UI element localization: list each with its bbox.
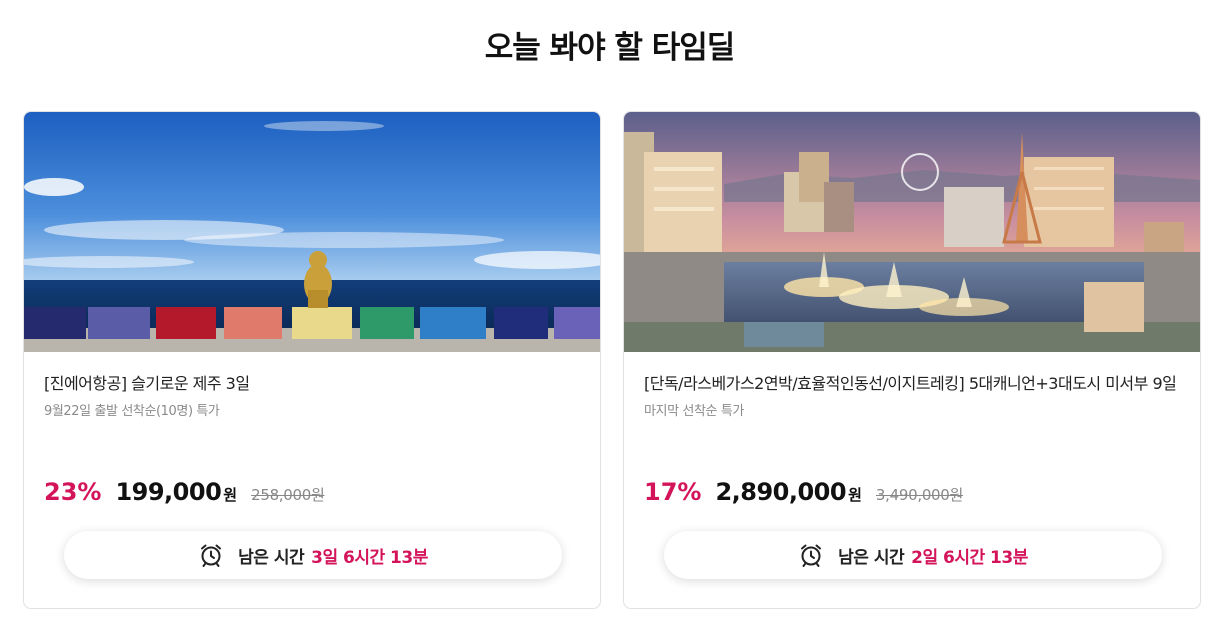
sale-price: 199,000 [115, 478, 222, 506]
currency-unit: 원 [848, 486, 862, 504]
price-row: 23% 199,000 원 258,000원 [44, 478, 325, 506]
deal-card-jeju[interactable]: [진에어항공] 슬기로운 제주 3일 9월22일 출발 선착순(10명) 특가 … [23, 111, 601, 609]
discount-rate: 17% [644, 478, 702, 506]
deal-image-las-vegas[interactable] [624, 112, 1200, 352]
alarm-clock-icon [198, 542, 224, 568]
remaining-time-label: 남은 시간 [238, 547, 305, 568]
remaining-time-button[interactable]: 남은 시간 3일 6시간 13분 [64, 531, 562, 579]
deal-subtitle: 9월22일 출발 선착순(10명) 특가 [44, 404, 220, 419]
remaining-time-label: 남은 시간 [838, 547, 905, 568]
discount-rate: 23% [44, 478, 102, 506]
currency-unit: 원 [223, 486, 238, 504]
remaining-time-button[interactable]: 남은 시간 2일 6시간 13분 [664, 531, 1162, 579]
remaining-time-value: 2일 6시간 13분 [911, 547, 1028, 568]
section-title: 오늘 봐야 할 타임딜 [484, 30, 736, 66]
deal-card-las-vegas[interactable]: [단독/라스베가스2연박/효율적인동선/이지트레킹] 5대캐니언+3대도시 미서… [623, 111, 1201, 609]
original-price: 3,490,000원 [875, 486, 964, 504]
price-row: 17% 2,890,000 원 3,490,000원 [644, 478, 963, 506]
deal-title[interactable]: [진에어항공] 슬기로운 제주 3일 [44, 372, 580, 396]
alarm-clock-icon [798, 542, 824, 568]
remaining-time-value: 3일 6시간 13분 [311, 547, 428, 568]
original-price: 258,000원 [251, 486, 325, 504]
sale-price: 2,890,000 [715, 478, 847, 506]
deal-subtitle: 마지막 선착순 특가 [644, 404, 744, 419]
deal-image-jeju[interactable] [24, 112, 600, 352]
deal-title[interactable]: [단독/라스베가스2연박/효율적인동선/이지트레킹] 5대캐니언+3대도시 미서… [644, 372, 1180, 396]
